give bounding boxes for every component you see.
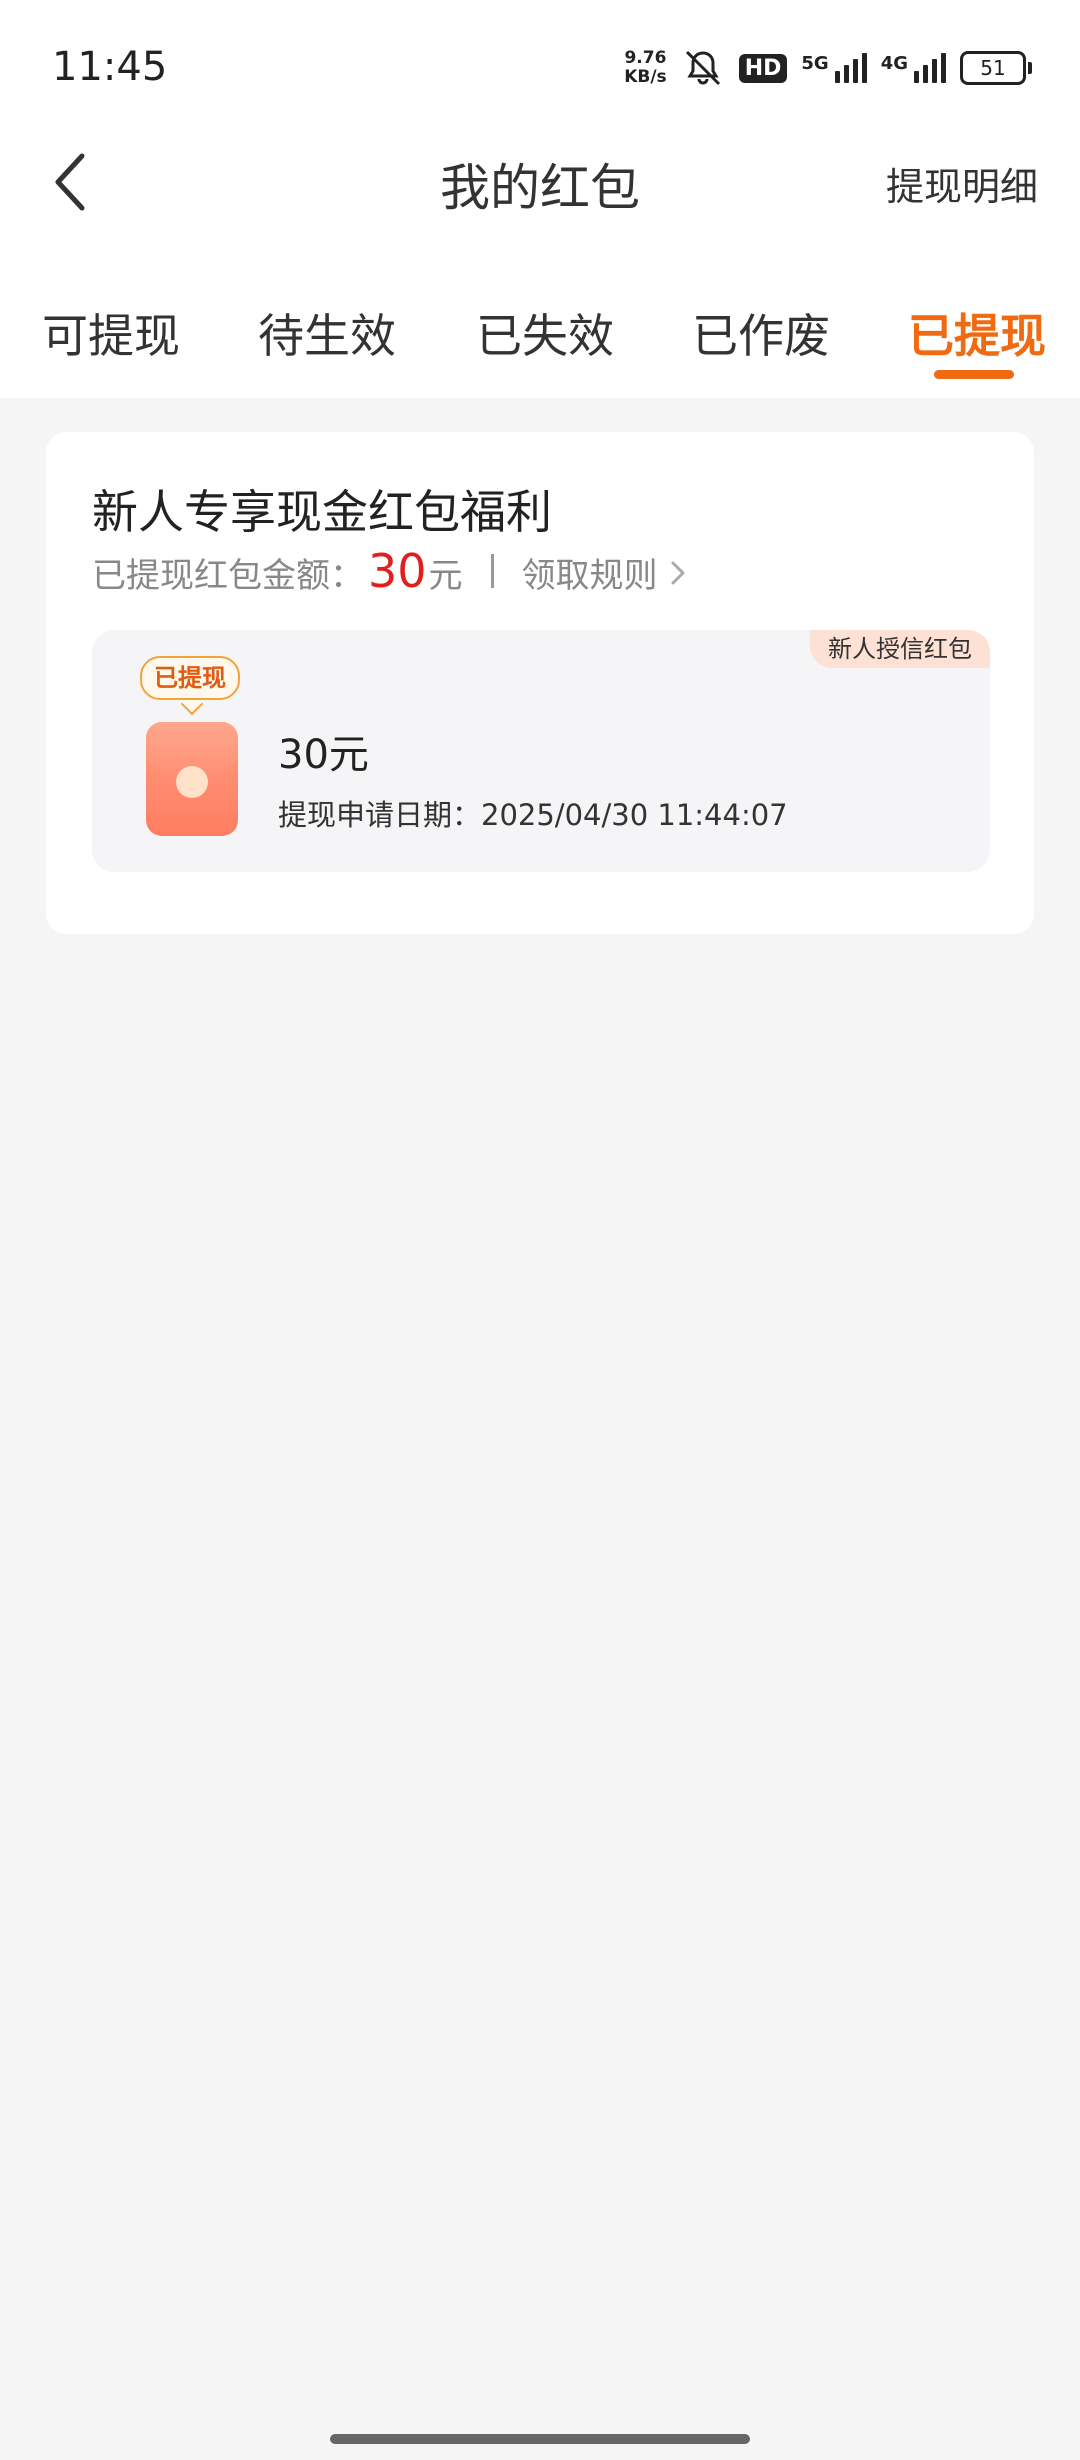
- status-badge: 已提现: [140, 656, 240, 700]
- tab-expired[interactable]: 已失效: [476, 300, 614, 366]
- rules-link[interactable]: 领取规则: [522, 548, 688, 597]
- tab-withdrawn[interactable]: 已提现: [908, 300, 1046, 366]
- home-indicator[interactable]: [330, 2434, 750, 2444]
- packet-amount: 30元: [278, 732, 369, 778]
- battery-level: 51: [960, 51, 1026, 85]
- silent-bell-icon: [685, 50, 720, 86]
- withdrawn-summary: 已提现红包金额： 30 元 领取规则: [92, 544, 688, 598]
- status-icons: 9.76 KB/s HD 5G 4G 51: [624, 44, 1032, 92]
- hd-badge: HD: [738, 53, 788, 83]
- chevron-right-icon: [671, 561, 685, 584]
- red-envelope-icon: [146, 722, 238, 836]
- card-title: 新人专享现金红包福利: [92, 485, 552, 539]
- active-tab-indicator: [934, 370, 1014, 379]
- battery-icon: 51: [960, 51, 1032, 85]
- signal-4g-icon: 4G: [881, 53, 946, 83]
- withdrawal-details-link[interactable]: 提现明细: [886, 156, 1038, 211]
- network-speed: 9.76 KB/s: [624, 48, 667, 87]
- tab-withdrawable[interactable]: 可提现: [42, 300, 180, 366]
- red-packet-item[interactable]: 新人授信红包 已提现 30元 提现申请日期：2025/04/30 11:44:0…: [92, 630, 990, 872]
- status-time: 11:45: [52, 44, 168, 90]
- summary-amount: 30: [368, 544, 427, 598]
- tab-pending[interactable]: 待生效: [258, 300, 396, 366]
- packet-type-tag: 新人授信红包: [810, 630, 990, 668]
- signal-5g-icon: 5G: [801, 53, 867, 83]
- summary-label: 已提现红包金额：: [92, 556, 364, 596]
- divider: [490, 554, 494, 588]
- summary-unit: 元: [428, 556, 463, 596]
- withdrawal-date: 提现申请日期：2025/04/30 11:44:07: [278, 798, 788, 832]
- red-packet-card: 新人专享现金红包福利 已提现红包金额： 30 元 领取规则 新人授信红包 已提现…: [46, 432, 1034, 934]
- tab-voided[interactable]: 已作废: [692, 300, 830, 366]
